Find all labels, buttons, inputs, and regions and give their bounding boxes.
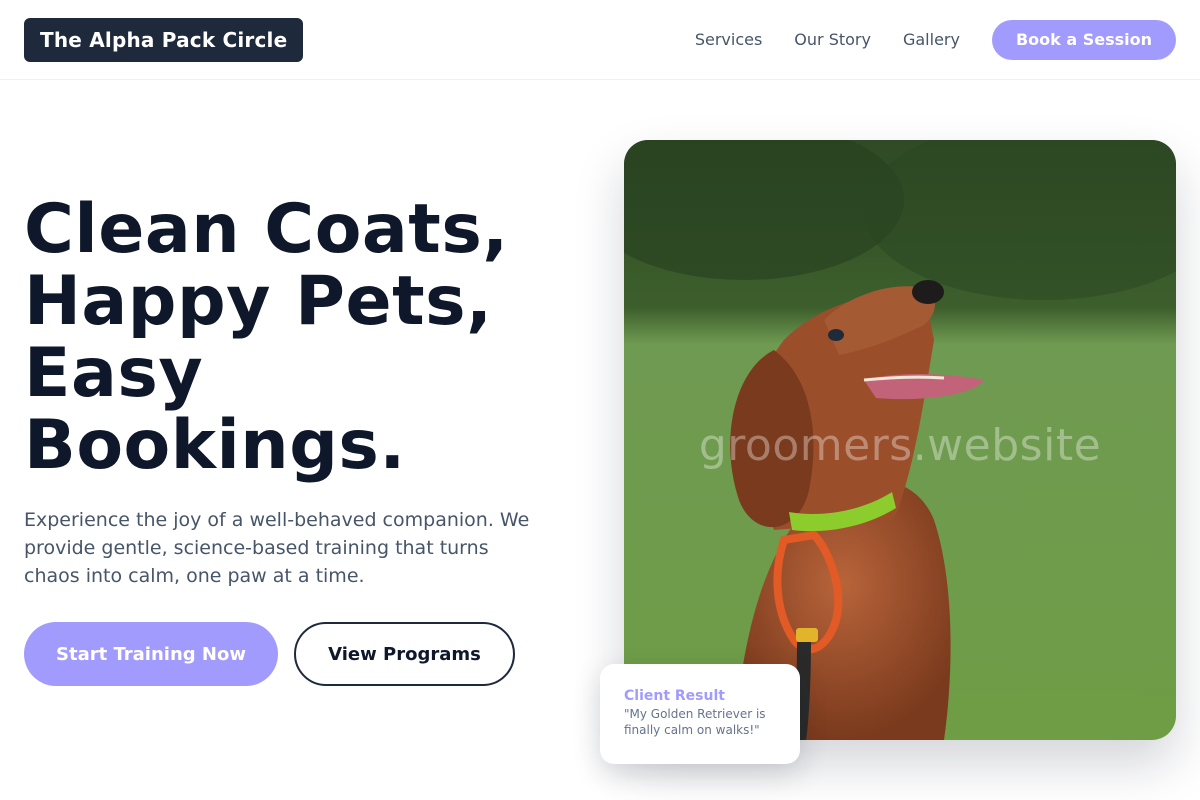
nav-link-gallery[interactable]: Gallery <box>903 30 960 49</box>
hero-title-line: Bookings. <box>24 406 406 485</box>
hero-title-line: Easy <box>24 334 204 413</box>
hero-title: Clean Coats, Happy Pets, Easy Bookings. <box>24 194 584 482</box>
brand-logo[interactable]: The Alpha Pack Circle <box>24 17 304 62</box>
view-programs-button[interactable]: View Programs <box>294 622 515 686</box>
main-nav: Services Our Story Gallery Book a Sessio… <box>695 19 1176 60</box>
hero-title-line: Happy Pets, <box>24 262 493 341</box>
nav-link-services[interactable]: Services <box>695 30 762 49</box>
hero-subtitle: Experience the joy of a well-behaved com… <box>24 509 530 587</box>
site-header: The Alpha Pack Circle Services Our Story… <box>0 0 1200 80</box>
nav-link-our-story[interactable]: Our Story <box>794 30 871 49</box>
hero-dog-photo: groomers.website <box>624 140 1176 740</box>
hero-cta-row: Start Training Now View Programs <box>24 622 515 686</box>
testimonial-quote: "My Golden Retriever is finally calm on … <box>624 707 766 737</box>
book-session-button[interactable]: Book a Session <box>991 19 1176 60</box>
hero-title-line: Clean Coats, <box>24 190 509 269</box>
testimonial-title: Client Result <box>624 688 725 704</box>
image-watermark: groomers.website <box>698 420 1102 471</box>
start-training-button[interactable]: Start Training Now <box>24 622 278 686</box>
testimonial-card: Client Result "My Golden Retriever is fi… <box>600 664 800 764</box>
